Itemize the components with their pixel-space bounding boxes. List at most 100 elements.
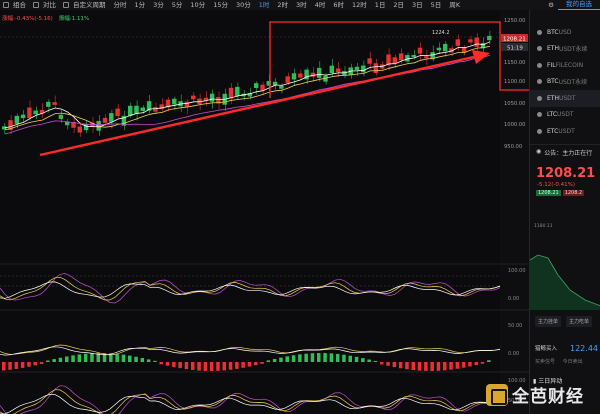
price-tick-label: 950.00 — [504, 144, 522, 150]
macd-bar — [398, 362, 403, 369]
period-tab[interactable]: 15分 — [209, 0, 232, 10]
rsi-line-yellow — [0, 276, 501, 301]
candle-body — [373, 63, 379, 74]
watchlist-quote: USDT永续 — [558, 79, 588, 87]
candle-body — [424, 56, 429, 59]
period-tab[interactable]: 3分 — [149, 0, 168, 10]
watchlist-item[interactable]: FIL FILECOIN — [530, 57, 600, 74]
watchlist-item[interactable]: ETH USDT — [530, 90, 600, 107]
candle-body — [65, 121, 70, 126]
macd-bar — [254, 362, 258, 366]
period-tab[interactable]: 5分 — [168, 0, 187, 10]
candle-body — [436, 47, 442, 51]
candle-body — [109, 113, 114, 122]
candle-body — [411, 54, 416, 57]
watchlist-item[interactable]: BTC USD — [530, 24, 600, 41]
watchlist-symbol: ETH — [547, 45, 559, 53]
macd-bar — [90, 353, 94, 362]
macd-bar — [317, 353, 321, 362]
kdj-line-yellow — [0, 389, 501, 414]
candle-body — [128, 105, 133, 116]
period-tab[interactable]: 分时 — [110, 0, 131, 10]
macd-bar — [140, 358, 145, 362]
macd-bar — [285, 356, 289, 362]
toolbar-custom-period[interactable]: 自定义周期 — [69, 0, 110, 10]
watchlist-item[interactable]: ETC USDT — [530, 123, 600, 140]
macd-bar — [430, 362, 434, 371]
period-tab[interactable]: 30分 — [232, 0, 255, 10]
candle-body — [20, 114, 26, 119]
coin-icon — [537, 62, 542, 68]
period-tab[interactable]: 3时 — [292, 0, 311, 10]
price-change: -5.12(-0.41%) — [537, 181, 575, 188]
period-tab[interactable]: 12时 — [348, 0, 371, 10]
main-orders-button[interactable]: 主力挂单 — [535, 316, 562, 327]
period-tab[interactable]: 1分 — [131, 0, 150, 10]
period-tab[interactable]: 周K — [445, 0, 464, 10]
period-tab[interactable]: 2时 — [273, 0, 292, 10]
watchlist-item[interactable]: LTC USDT — [530, 107, 600, 124]
watchlist-quote: USDT — [558, 127, 575, 135]
toolbar-combo[interactable]: 组合 — [9, 0, 30, 10]
macd-bar — [298, 354, 302, 362]
macd-bar — [52, 359, 56, 362]
countdown-tag: 51:19 — [507, 46, 523, 52]
trend-arrow-line — [39, 54, 479, 157]
low-pill: 1208.2 — [562, 189, 585, 196]
macd-bar — [33, 362, 37, 366]
macd-bar — [373, 360, 378, 362]
candle-body — [102, 117, 108, 123]
trend-arrowhead — [472, 50, 490, 64]
notice-bar[interactable]: ◉ 公告：主力正在行 — [530, 143, 600, 160]
period-tab[interactable]: 1时 — [255, 0, 274, 10]
watchlist-item[interactable]: BTC USDT永续 — [530, 74, 600, 91]
candle-body — [285, 76, 290, 83]
macd-bar — [27, 362, 31, 367]
macd-bar — [65, 356, 69, 362]
whale-buy-box[interactable]: 猎鲸买入 122.44 — [535, 344, 598, 353]
macd-bar — [216, 362, 220, 371]
candle-body — [14, 115, 19, 124]
high-pill: 1208.21 — [536, 189, 561, 196]
period-tab[interactable]: 5日 — [427, 0, 446, 10]
macd-bar — [8, 362, 12, 370]
candle-body — [209, 93, 215, 102]
candlestick-chart[interactable]: 1250.00 1150.00 1100.00 1050.00 1000.00 950.0… — [0, 10, 529, 414]
change-label: 涨幅:-0.43%(-5.16) — [2, 16, 53, 22]
rsi-tick-label: 100.00 — [508, 268, 526, 274]
macd-bar — [191, 362, 195, 370]
macd-bar — [153, 360, 157, 362]
coin-icon — [537, 128, 542, 134]
macd-bar — [487, 360, 491, 362]
macd-bar — [77, 354, 82, 362]
period-tab[interactable]: 3日 — [408, 0, 427, 10]
period-tab[interactable]: 2日 — [389, 0, 408, 10]
candle-body — [392, 57, 397, 64]
period-tab[interactable]: 4时 — [311, 0, 330, 10]
macd-bar — [323, 353, 327, 362]
price-tick-label: 1050.00 — [504, 101, 525, 107]
macd-bar — [58, 357, 63, 362]
watchlist-symbol: ETH — [547, 94, 559, 102]
candle-body — [317, 67, 322, 78]
candle-body — [191, 95, 196, 100]
macd-bar — [121, 354, 126, 362]
candle-body — [254, 83, 259, 89]
period-tab[interactable]: 1日 — [371, 0, 390, 10]
macd-bar — [260, 362, 264, 364]
settings-icon[interactable]: ⚙ — [544, 0, 558, 10]
tab-watchlist[interactable]: 我的自选 — [558, 0, 600, 10]
macd-bar — [411, 362, 415, 371]
toolbar-compare[interactable]: 对比 — [39, 0, 60, 10]
macd-bar — [405, 362, 409, 370]
watchlist-item[interactable]: ETH USDT永续 — [530, 41, 600, 58]
candle-body — [329, 65, 334, 73]
macd-bar — [228, 362, 233, 370]
candle-body — [140, 107, 145, 112]
macd-bar — [178, 362, 182, 369]
macd-bar — [386, 362, 390, 366]
main-fills-button[interactable]: 主力吃单 — [566, 316, 593, 327]
period-tab[interactable]: 6时 — [329, 0, 348, 10]
macd-bar — [443, 362, 447, 371]
period-tab[interactable]: 10分 — [186, 0, 209, 10]
